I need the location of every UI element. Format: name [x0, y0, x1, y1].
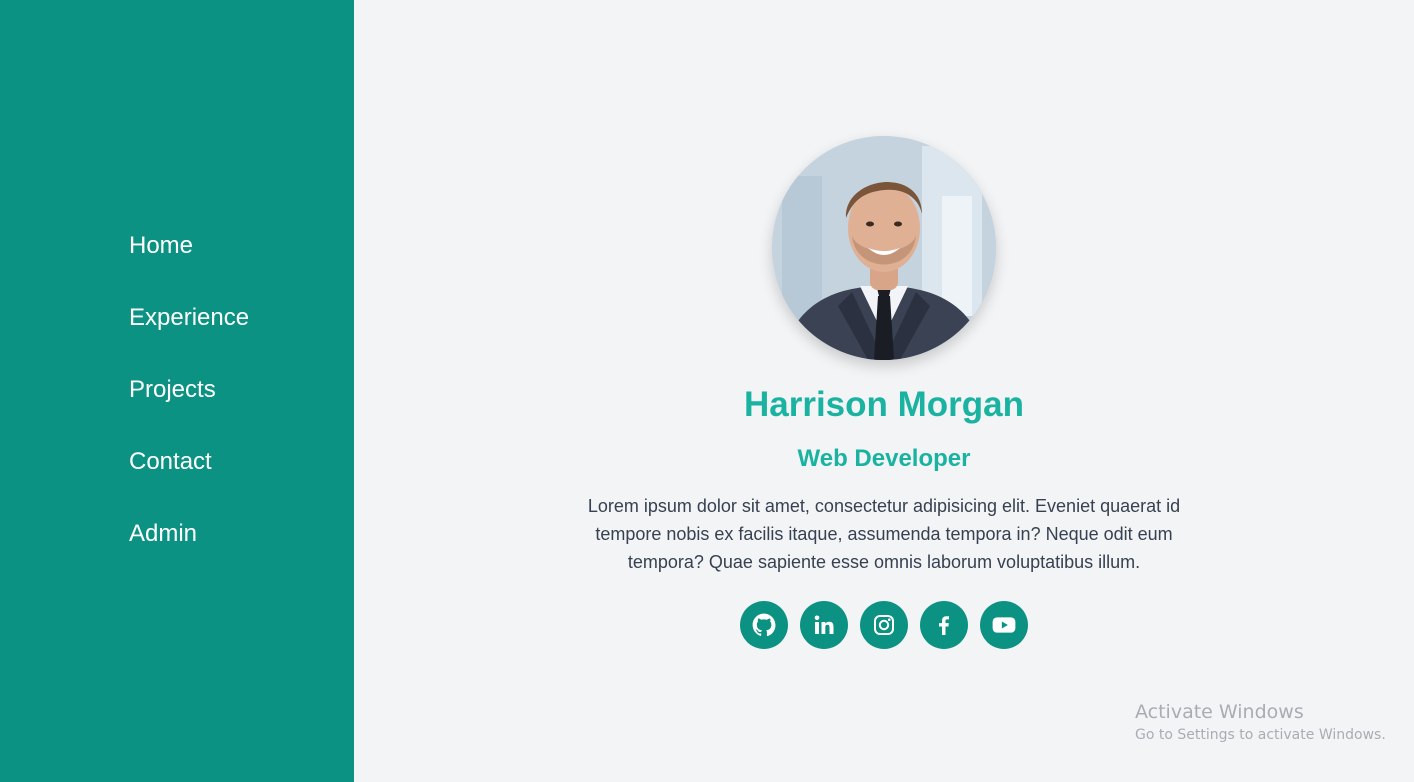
- social-links: [354, 601, 1414, 649]
- linkedin-button[interactable]: [800, 601, 848, 649]
- linkedin-icon: [814, 615, 834, 634]
- profile-bio: Lorem ipsum dolor sit amet, consectetur …: [587, 496, 1181, 572]
- sidebar-nav: Home Experience Projects Contact Admin: [129, 227, 249, 587]
- instagram-button[interactable]: [860, 601, 908, 649]
- sidebar-item-contact: Contact: [129, 443, 249, 515]
- nav-link-contact[interactable]: Contact: [129, 443, 212, 481]
- sidebar-item-admin: Admin: [129, 515, 249, 587]
- nav-link-admin[interactable]: Admin: [129, 515, 197, 553]
- facebook-button[interactable]: [920, 601, 968, 649]
- github-icon: [752, 613, 776, 637]
- sidebar: Home Experience Projects Contact Admin: [0, 0, 354, 782]
- watermark-title: Activate Windows: [1135, 701, 1304, 723]
- profile-role: Web Developer: [797, 445, 971, 472]
- github-button[interactable]: [740, 601, 788, 649]
- profile-name: Harrison Morgan: [743, 385, 1025, 424]
- avatar-portrait: [772, 136, 996, 360]
- youtube-button[interactable]: [980, 601, 1028, 649]
- avatar: [772, 136, 996, 360]
- youtube-icon: [992, 617, 1016, 633]
- nav-link-projects[interactable]: Projects: [129, 371, 216, 409]
- sidebar-item-home: Home: [129, 227, 249, 299]
- sidebar-item-projects: Projects: [129, 371, 249, 443]
- facebook-icon: [939, 616, 949, 635]
- page: Home Experience Projects Contact Admin H…: [0, 0, 1414, 782]
- profile-hero: Harrison Morgan Web Developer Lorem ipsu…: [354, 136, 1414, 649]
- nav-link-home[interactable]: Home: [129, 227, 193, 265]
- instagram-icon: [874, 615, 894, 635]
- windows-activation-watermark: Activate Windows Go to Settings to activ…: [1135, 700, 1386, 746]
- nav-link-experience[interactable]: Experience: [129, 299, 249, 337]
- watermark-subtitle: Go to Settings to activate Windows.: [1135, 727, 1386, 743]
- main-content: Harrison Morgan Web Developer Lorem ipsu…: [354, 0, 1414, 782]
- sidebar-item-experience: Experience: [129, 299, 249, 371]
